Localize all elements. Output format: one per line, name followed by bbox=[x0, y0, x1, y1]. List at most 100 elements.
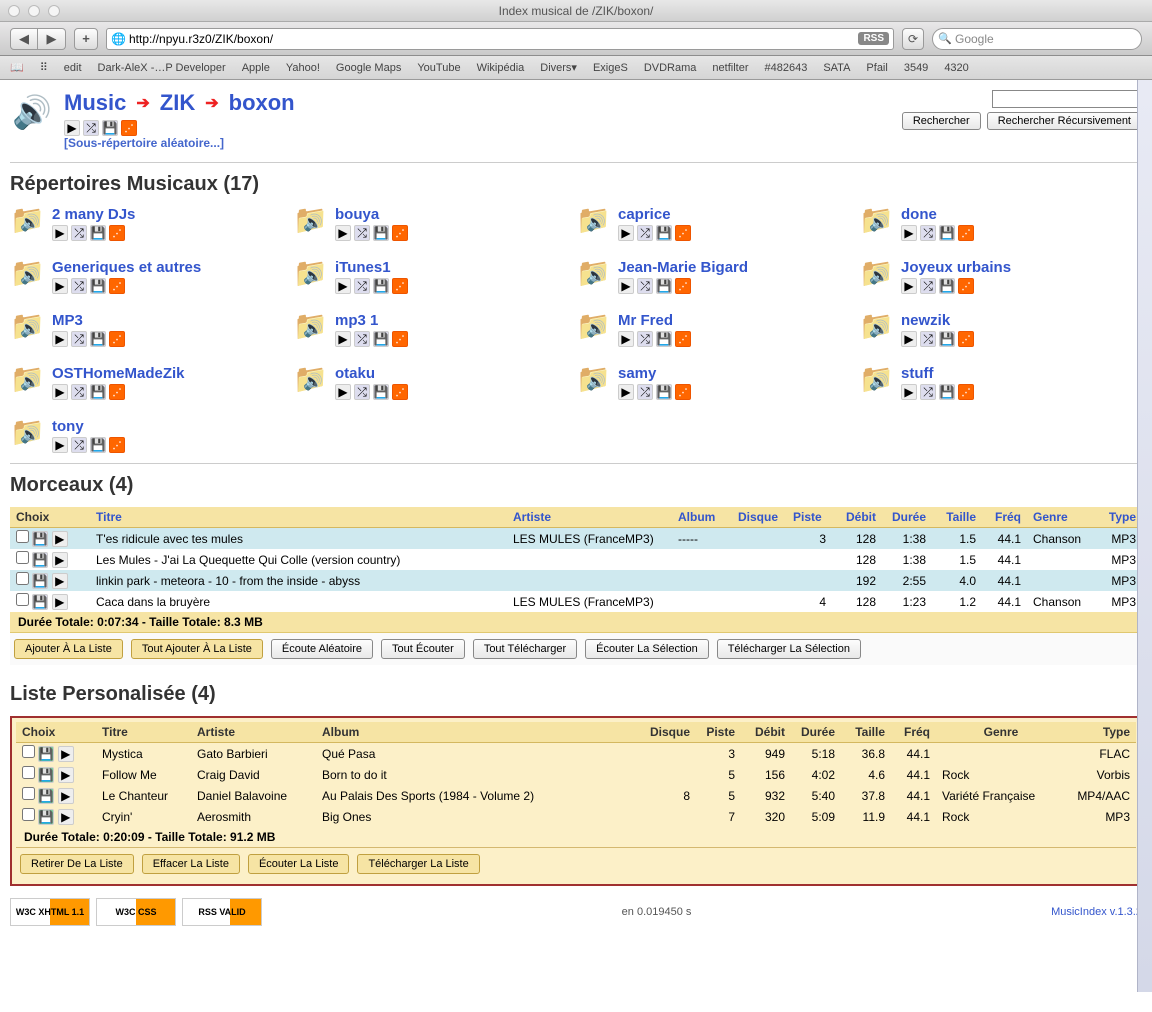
shuffle-icon[interactable]: ⤮ bbox=[354, 225, 370, 241]
save-icon[interactable]: 💾 bbox=[939, 278, 955, 294]
col-taille[interactable]: Taille bbox=[932, 507, 982, 528]
save-icon[interactable]: 💾 bbox=[939, 225, 955, 241]
save-icon[interactable]: 💾 bbox=[90, 331, 106, 347]
play-icon[interactable]: ▶ bbox=[618, 278, 634, 294]
directory-link[interactable]: samy bbox=[618, 365, 691, 382]
play-icon[interactable]: ▶ bbox=[901, 278, 917, 294]
row-checkbox[interactable] bbox=[22, 745, 35, 758]
directory-link[interactable]: otaku bbox=[335, 365, 408, 382]
save-icon[interactable]: 💾 bbox=[38, 809, 54, 825]
col-duree[interactable]: Durée bbox=[882, 507, 932, 528]
play-all-button[interactable]: Tout Écouter bbox=[381, 639, 465, 659]
browser-search[interactable]: Google bbox=[932, 28, 1142, 50]
url-bar[interactable]: 🌐 http://npyu.r3z0/ZIK/boxon/ RSS bbox=[106, 28, 894, 50]
play-list-button[interactable]: Écouter La Liste bbox=[248, 854, 350, 874]
clear-list-button[interactable]: Effacer La Liste bbox=[142, 854, 240, 874]
save-icon[interactable]: 💾 bbox=[90, 437, 106, 453]
play-icon[interactable]: ▶ bbox=[52, 437, 68, 453]
row-checkbox[interactable] bbox=[22, 766, 35, 779]
shuffle-icon[interactable]: ⤮ bbox=[920, 331, 936, 347]
add-all-button[interactable]: Tout Ajouter À La Liste bbox=[131, 639, 263, 659]
play-icon[interactable]: ▶ bbox=[58, 767, 74, 783]
rss-icon[interactable]: ⋰ bbox=[392, 225, 408, 241]
search-button[interactable]: Rechercher bbox=[902, 112, 981, 130]
play-icon[interactable]: ▶ bbox=[52, 552, 68, 568]
play-icon[interactable]: ▶ bbox=[52, 594, 68, 610]
col-disque[interactable]: Disque bbox=[732, 507, 787, 528]
shuffle-icon[interactable]: ⤮ bbox=[71, 225, 87, 241]
bookmark-item[interactable]: Apple bbox=[242, 62, 270, 74]
save-icon[interactable]: 💾 bbox=[90, 225, 106, 241]
shuffle-icon[interactable]: ⤮ bbox=[637, 384, 653, 400]
save-icon[interactable]: 💾 bbox=[32, 573, 48, 589]
save-icon[interactable]: 💾 bbox=[32, 552, 48, 568]
folder-icon[interactable] bbox=[293, 365, 329, 399]
directory-link[interactable]: OSTHomeMadeZik bbox=[52, 365, 185, 382]
rss-icon[interactable]: ⋰ bbox=[675, 384, 691, 400]
bookmark-item[interactable]: Wikipédia bbox=[477, 62, 525, 74]
bookmark-item[interactable]: edit bbox=[64, 62, 82, 74]
shuffle-icon[interactable]: ⤮ bbox=[71, 278, 87, 294]
directory-link[interactable]: bouya bbox=[335, 206, 408, 223]
save-icon[interactable]: 💾 bbox=[32, 531, 48, 547]
col-genre[interactable]: Genre bbox=[1027, 507, 1097, 528]
rss-icon[interactable]: ⋰ bbox=[958, 331, 974, 347]
back-button[interactable]: ◀ bbox=[10, 28, 38, 50]
save-icon[interactable]: 💾 bbox=[90, 278, 106, 294]
save-icon[interactable]: 💾 bbox=[38, 788, 54, 804]
bookmark-item[interactable]: Pfail bbox=[866, 62, 887, 74]
bookmark-item[interactable]: DVDRama bbox=[644, 62, 697, 74]
play-icon[interactable]: ▶ bbox=[52, 278, 68, 294]
folder-icon[interactable] bbox=[576, 259, 612, 293]
col-album[interactable]: Album bbox=[672, 507, 732, 528]
rss-valid-badge-icon[interactable]: RSS VALID bbox=[182, 898, 262, 926]
folder-icon[interactable] bbox=[576, 365, 612, 399]
rss-icon[interactable]: ⋰ bbox=[121, 120, 137, 136]
play-icon[interactable]: ▶ bbox=[52, 573, 68, 589]
shuffle-icon[interactable]: ⤮ bbox=[637, 331, 653, 347]
directory-link[interactable]: mp3 1 bbox=[335, 312, 408, 329]
rss-icon[interactable]: ⋰ bbox=[109, 278, 125, 294]
rss-icon[interactable]: ⋰ bbox=[392, 384, 408, 400]
remove-from-list-button[interactable]: Retirer De La Liste bbox=[20, 854, 134, 874]
folder-icon[interactable] bbox=[859, 312, 895, 346]
musicindex-link[interactable]: MusicIndex v.1.3.2 bbox=[1051, 906, 1142, 918]
col-titre[interactable]: Titre bbox=[90, 507, 507, 528]
shuffle-icon[interactable]: ⤮ bbox=[354, 278, 370, 294]
play-icon[interactable]: ▶ bbox=[901, 384, 917, 400]
save-icon[interactable]: 💾 bbox=[656, 331, 672, 347]
folder-icon[interactable] bbox=[859, 206, 895, 240]
breadcrumb-music[interactable]: Music bbox=[64, 90, 126, 116]
shuffle-icon[interactable]: ⤮ bbox=[71, 437, 87, 453]
save-icon[interactable]: 💾 bbox=[373, 331, 389, 347]
save-icon[interactable]: 💾 bbox=[38, 746, 54, 762]
download-all-button[interactable]: Tout Télécharger bbox=[473, 639, 577, 659]
bookmark-item[interactable]: Divers▾ bbox=[540, 61, 577, 74]
css-badge-icon[interactable]: W3C CSS bbox=[96, 898, 176, 926]
save-icon[interactable]: 💾 bbox=[939, 331, 955, 347]
play-icon[interactable]: ▶ bbox=[618, 384, 634, 400]
rss-icon[interactable]: ⋰ bbox=[109, 331, 125, 347]
directory-link[interactable]: Mr Fred bbox=[618, 312, 691, 329]
directory-link[interactable]: Jean-Marie Bigard bbox=[618, 259, 748, 276]
shuffle-icon[interactable]: ⤮ bbox=[920, 225, 936, 241]
row-checkbox[interactable] bbox=[16, 551, 29, 564]
bookmark-item[interactable]: YouTube bbox=[417, 62, 460, 74]
folder-icon[interactable] bbox=[10, 365, 46, 399]
col-artiste[interactable]: Artiste bbox=[507, 507, 672, 528]
folder-icon[interactable] bbox=[293, 259, 329, 293]
rss-icon[interactable]: ⋰ bbox=[109, 384, 125, 400]
directory-link[interactable]: newzik bbox=[901, 312, 974, 329]
bookmark-item[interactable]: SATA bbox=[823, 62, 850, 74]
directory-link[interactable]: MP3 bbox=[52, 312, 125, 329]
scrollbar[interactable] bbox=[1137, 80, 1152, 992]
rss-icon[interactable]: ⋰ bbox=[675, 225, 691, 241]
bookmark-item[interactable]: Dark-AleX -…P Developer bbox=[98, 62, 226, 74]
col-freq[interactable]: Fréq bbox=[982, 507, 1027, 528]
xhtml-badge-icon[interactable]: W3C XHTML 1.1 bbox=[10, 898, 90, 926]
shuffle-button[interactable]: Écoute Aléatoire bbox=[271, 639, 373, 659]
play-icon[interactable]: ▶ bbox=[618, 331, 634, 347]
bookmark-item[interactable]: 3549 bbox=[904, 62, 928, 74]
reload-button[interactable]: ⟳ bbox=[902, 28, 924, 50]
search-input[interactable] bbox=[992, 90, 1142, 108]
